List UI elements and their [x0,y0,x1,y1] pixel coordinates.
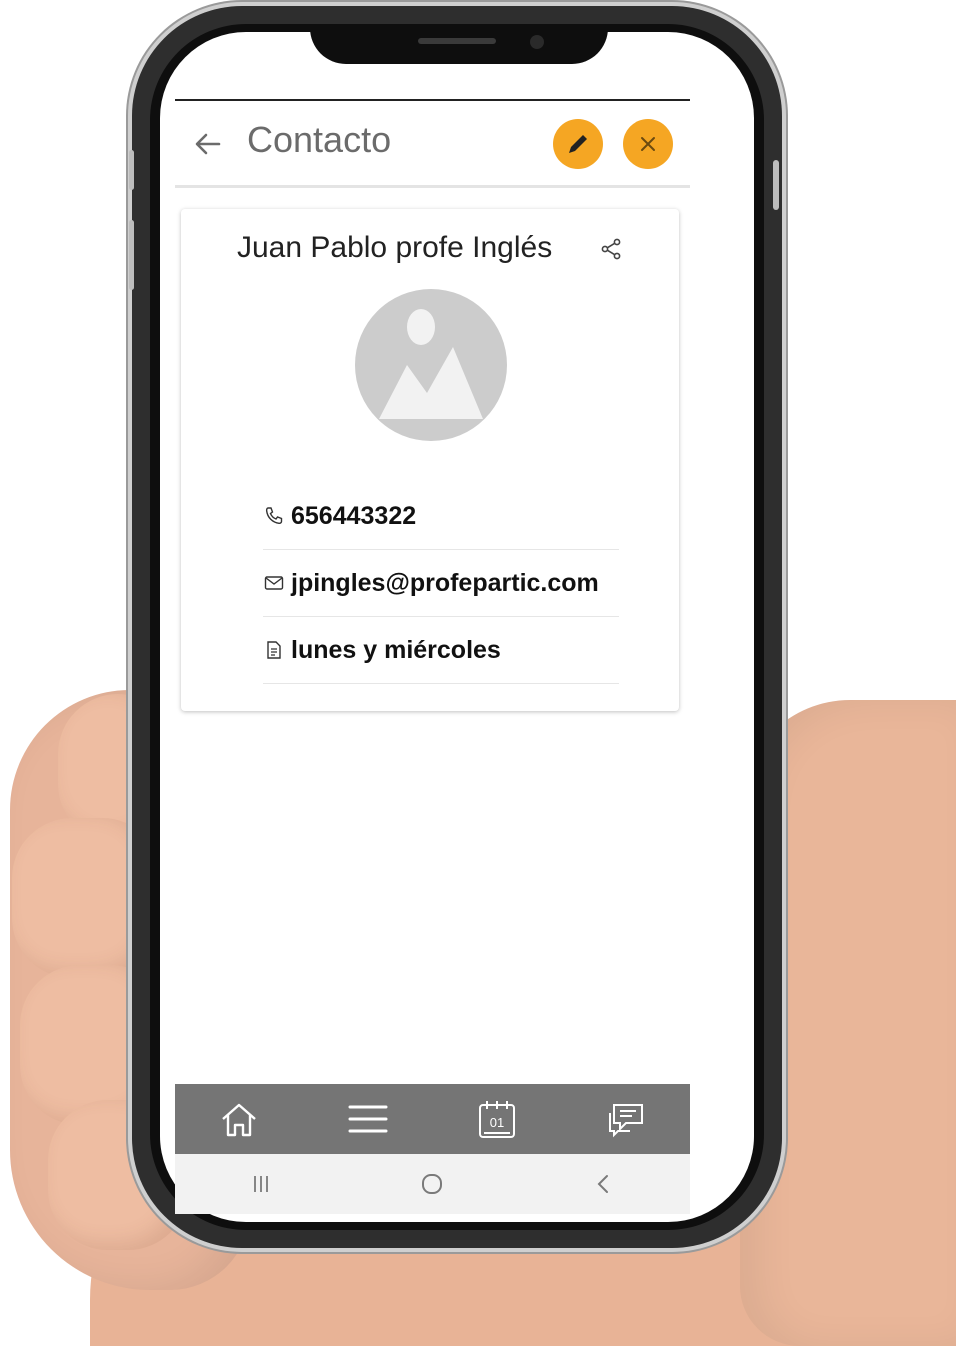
home-circle-icon [422,1174,443,1194]
phone-row[interactable]: 656443322 [263,483,619,550]
pencil-icon [569,135,587,153]
document-icon [267,641,281,659]
email-address: jpingles@profepartic.com [291,568,599,597]
close-button[interactable] [623,119,673,169]
phone-speaker [418,38,496,44]
phone-side-button [129,150,134,190]
phone-camera [530,35,544,49]
note-text: lunes y miércoles [291,635,501,664]
app-container: Contacto Juan Pablo profe Inglés 6564433… [175,99,690,1214]
phone-icon [265,507,283,525]
tab-menu[interactable] [338,1089,398,1149]
recent-apps-button[interactable] [231,1159,291,1209]
bottom-tab-bar: 01 [175,1084,690,1154]
contact-name: Juan Pablo profe Inglés [237,231,553,264]
phone-side-button [773,160,779,210]
close-icon [641,137,655,151]
arrow-left-icon[interactable] [193,129,223,159]
back-chevron-icon [597,1175,609,1193]
home-icon [222,1103,257,1137]
calendar-day: 01 [490,1115,504,1130]
home-nav-button[interactable] [402,1159,462,1209]
edit-button[interactable] [553,119,603,169]
mail-icon [264,576,284,590]
menu-icon [348,1105,388,1133]
avatar [355,289,507,441]
phone-notch [310,26,608,64]
chat-icon [608,1104,643,1138]
tab-home[interactable] [209,1089,269,1149]
phone-number: 656443322 [291,501,417,530]
image-placeholder-icon [379,309,483,419]
back-nav-button[interactable] [574,1159,634,1209]
page-title: Contacto [247,119,392,160]
calendar-icon: 01 [478,1101,515,1138]
tab-calendar[interactable]: 01 [467,1089,527,1149]
contact-card: Juan Pablo profe Inglés 656443322 jpingl… [181,209,679,711]
share-icon[interactable] [599,237,623,261]
note-row[interactable]: lunes y miércoles [263,617,619,684]
email-row[interactable]: jpingles@profepartic.com [263,550,619,617]
tab-chat[interactable] [596,1089,656,1149]
system-nav-bar [175,1154,690,1214]
phone-side-button [129,220,134,290]
recent-apps-icon [253,1176,268,1192]
app-header: Contacto [175,101,690,188]
